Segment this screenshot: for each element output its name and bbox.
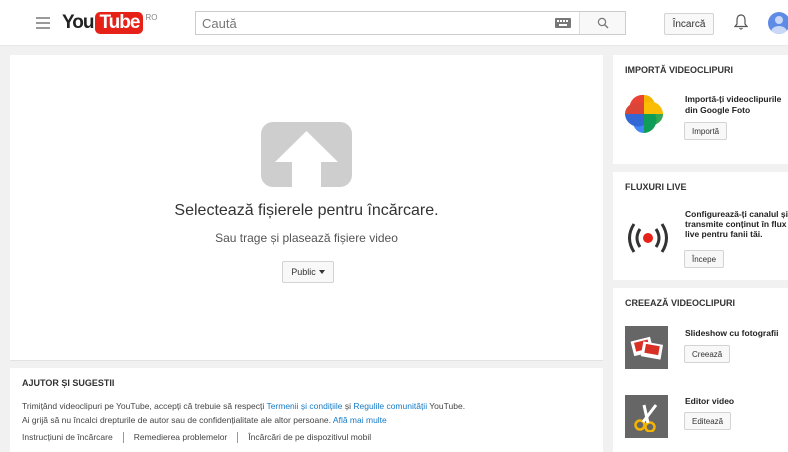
select-files-text[interactable]: Selectează fișierele pentru încărcare. [10, 202, 603, 220]
notifications-bell-icon[interactable] [733, 13, 749, 31]
search-icon [597, 17, 608, 29]
import-text-line1: Importă-ți videoclipurile [685, 94, 782, 104]
live-broadcast-icon [625, 220, 671, 256]
search-button[interactable] [579, 12, 625, 34]
live-text-line3: live pentru fanii tăi. [685, 229, 763, 239]
live-streaming-card: FLUXURI LIVE Configurează-ți canalul și … [613, 172, 788, 280]
troubleshooting-link[interactable]: Remedierea problemelor [134, 432, 228, 443]
video-editor-label: Editor video [685, 396, 735, 406]
edit-video-button[interactable]: Editează [684, 412, 732, 430]
keyboard-icon[interactable] [547, 12, 579, 34]
create-title: CREEAZĂ VIDEOCLIPURI [625, 298, 736, 308]
live-text-line2: transmite conținut în flux [685, 219, 787, 229]
upload-drop-area[interactable]: Selectează fișierele pentru încărcare. S… [10, 55, 603, 361]
terms-notice-and: și [342, 401, 354, 411]
slideshow-icon[interactable] [625, 326, 668, 369]
search-box [195, 11, 626, 35]
video-editor-scissors-icon[interactable] [625, 395, 668, 438]
copyright-notice-text: Ai grijă să nu încalci drepturile de aut… [22, 415, 333, 425]
import-button[interactable]: Importă [684, 122, 728, 140]
link-divider [122, 432, 124, 443]
privacy-value: Public [291, 267, 316, 277]
create-videos-card: CREEAZĂ VIDEOCLIPURI Slideshow cu fotogr… [613, 288, 788, 452]
guide-menu-icon[interactable] [36, 17, 50, 29]
live-title: FLUXURI LIVE [625, 182, 687, 192]
community-guidelines-link[interactable]: Regulile comunității [353, 401, 427, 411]
link-divider [237, 432, 239, 443]
import-videos-card: IMPORTĂ VIDEOCLIPURI Importă-ți videocli… [613, 55, 788, 164]
mobile-uploads-link[interactable]: Încărcări de pe dispozitivul mobil [248, 432, 371, 443]
import-text-line2: din Google Foto [685, 105, 751, 115]
top-bar: You Tube RO Încarcă [0, 0, 788, 46]
terms-link[interactable]: Termenii și condițiile [266, 401, 342, 411]
help-links: Instrucțiuni de încărcare Remedierea pro… [22, 432, 371, 443]
privacy-dropdown[interactable]: Public [282, 261, 334, 283]
logo-tube-text: Tube [95, 12, 144, 34]
upload-instructions-link[interactable]: Instrucțiuni de încărcare [22, 432, 113, 443]
account-avatar[interactable] [768, 12, 788, 34]
create-slideshow-button[interactable]: Creează [684, 345, 731, 363]
caret-down-icon [318, 270, 325, 274]
import-title: IMPORTĂ VIDEOCLIPURI [625, 65, 734, 75]
upload-button[interactable]: Încarcă [664, 13, 714, 35]
help-title: AJUTOR ȘI SUGESTII [22, 378, 115, 388]
terms-notice: Trimițând videoclipuri pe YouTube, accep… [22, 401, 465, 411]
logo-region-text: RO [145, 13, 158, 22]
terms-notice-text: Trimițând videoclipuri pe YouTube, accep… [22, 401, 267, 411]
drag-drop-hint: Sau trage și plasează fișiere video [215, 231, 398, 245]
search-input[interactable] [196, 12, 547, 34]
slideshow-label: Slideshow cu fotografii [685, 328, 779, 338]
help-tips-panel: AJUTOR ȘI SUGESTII Trimițând videoclipur… [10, 368, 603, 452]
upload-arrow-icon[interactable] [261, 122, 352, 187]
copyright-notice: Ai grijă să nu încalci drepturile de aut… [22, 415, 387, 425]
logo-you-text: You [62, 12, 95, 33]
learn-more-link[interactable]: Află mai multe [333, 415, 387, 425]
live-text-line1: Configurează-ți canalul și [685, 209, 788, 219]
start-live-button[interactable]: Începe [684, 250, 725, 268]
terms-notice-end: YouTube. [427, 401, 466, 411]
google-photos-icon [625, 94, 663, 133]
youtube-logo[interactable]: You Tube RO [62, 12, 157, 34]
